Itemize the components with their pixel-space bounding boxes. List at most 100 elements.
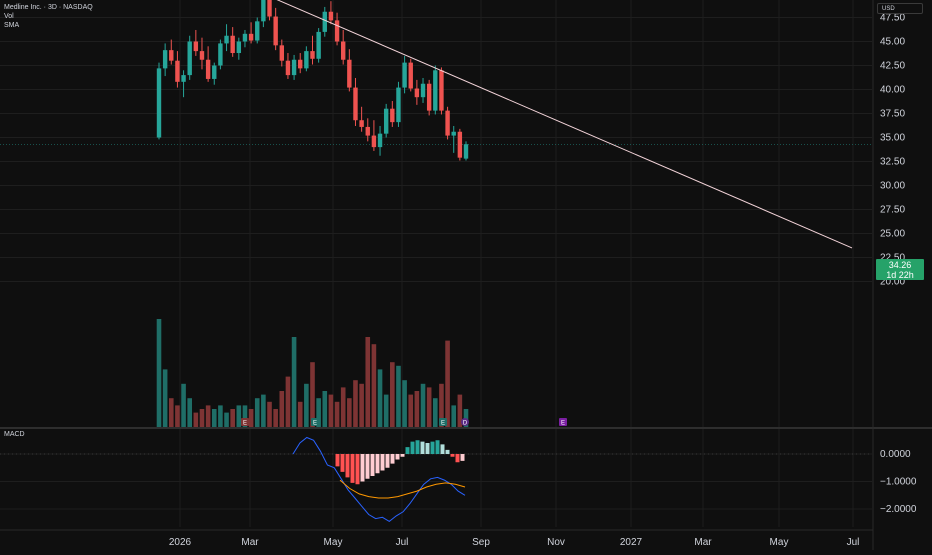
price-chart-canvas[interactable]: 20.0022.5025.0027.5030.0032.5035.0037.50…	[0, 0, 932, 550]
macd-histogram-bar	[440, 444, 445, 454]
volume-indicator-label[interactable]: Vol	[4, 12, 93, 21]
bar-countdown: 1d 22h	[886, 270, 914, 280]
candle-body	[353, 87, 358, 121]
candle-body	[236, 41, 242, 54]
last-price-value: 34.26	[888, 260, 912, 270]
candle-body	[457, 131, 463, 158]
volume-bar	[445, 340, 450, 427]
volume-bar	[334, 401, 340, 427]
volume-bar	[402, 380, 407, 427]
macd-histogram-bar	[355, 454, 360, 485]
volume-bar	[162, 369, 168, 427]
volume-bar	[420, 383, 426, 427]
volume-bar	[322, 391, 328, 427]
candle-body	[328, 11, 334, 21]
earnings-marker[interactable]: E	[241, 418, 249, 427]
price-axis-label: 37.50	[880, 109, 905, 120]
candle-body	[255, 21, 260, 41]
volume-bar	[304, 383, 309, 427]
candle-body	[365, 126, 370, 136]
volume-bar	[199, 409, 205, 427]
candle-body	[187, 41, 192, 76]
macd-histogram-bar	[365, 454, 370, 479]
chart-area[interactable]: 20.00 22.50 25.00 27.50 30.00 32.50 35.00 37.50…	[0, 0, 932, 550]
price-axis-label: 35.00	[880, 133, 905, 144]
candle-body	[316, 31, 321, 59]
candle-body	[433, 70, 438, 111]
macd-histogram-bar	[415, 440, 420, 454]
candle-body	[212, 65, 217, 79]
event-marker-label: E	[313, 421, 317, 427]
macd-histogram-bar	[460, 454, 465, 461]
earnings-marker[interactable]: E	[311, 418, 319, 427]
price-axis-label: 45.00	[880, 37, 905, 48]
sma-indicator-label[interactable]: SMA	[4, 21, 93, 30]
macd-histogram-bar	[335, 454, 340, 467]
candle-body	[230, 35, 235, 54]
volume-bar	[390, 362, 395, 427]
volume-bar	[285, 376, 291, 427]
macd-axis-label: −2.0000	[880, 504, 917, 515]
volume-bar	[383, 394, 389, 427]
volume-bar	[359, 383, 364, 427]
pane-divider	[0, 427, 932, 429]
candle-body	[193, 41, 199, 52]
earnings-marker[interactable]: E	[559, 418, 567, 427]
macd-histogram-bar	[370, 454, 375, 476]
macd-indicator-label[interactable]: MACD	[4, 431, 25, 438]
macd-histogram-bar	[380, 454, 385, 471]
candle-body	[451, 131, 456, 136]
price-axis-label: 30.00	[880, 181, 905, 192]
macd-histogram-bar	[400, 454, 405, 457]
macd-histogram-bar	[450, 454, 455, 457]
candle-body	[420, 83, 426, 98]
price-axis-label: 27.50	[880, 205, 905, 216]
volume-bar	[365, 337, 371, 427]
volume-bar	[426, 387, 432, 427]
volume-bar	[433, 398, 438, 427]
volume-bar	[451, 405, 457, 427]
candle-body	[322, 11, 327, 32]
macd-histogram-bar	[445, 449, 450, 454]
macd-histogram-bar	[340, 454, 345, 472]
candle-body	[156, 68, 162, 138]
price-axis-label: 32.50	[880, 157, 905, 168]
volume-bar	[175, 405, 180, 427]
candle-body	[426, 83, 432, 111]
macd-histogram-bar	[455, 454, 460, 463]
event-marker-label: E	[561, 421, 565, 427]
time-axis-label: Nov	[547, 537, 565, 548]
candle-body	[181, 75, 186, 82]
candle-body	[298, 59, 303, 69]
volume-bar	[340, 387, 346, 427]
candle-body	[169, 50, 174, 61]
volume-bar	[205, 405, 211, 427]
macd-histogram-bar	[385, 454, 390, 468]
candle-body	[279, 45, 284, 61]
candle-body	[414, 88, 420, 98]
candle-body	[377, 133, 383, 148]
volume-bar	[347, 398, 352, 427]
candle-body	[205, 59, 211, 79]
time-axis-label: Jul	[396, 537, 409, 548]
currency-selector[interactable]: USD	[877, 3, 923, 14]
volume-bar	[168, 398, 174, 427]
macd-histogram-bar	[390, 454, 395, 464]
candle-body	[371, 135, 377, 148]
macd-histogram-bar	[430, 441, 435, 454]
candle-body	[285, 60, 291, 76]
symbol-title[interactable]: Medline Inc. · 3D · NASDAQ	[4, 3, 93, 12]
earnings-marker[interactable]: E	[439, 418, 447, 427]
volume-bar	[353, 380, 358, 427]
time-axis-label: Jul	[847, 537, 860, 548]
candle-body	[439, 70, 444, 111]
volume-bar	[371, 344, 377, 427]
volume-bar	[261, 394, 266, 427]
candle-body	[402, 62, 407, 88]
volume-bar	[156, 319, 162, 427]
candle-body	[347, 59, 352, 88]
volume-bar	[193, 412, 199, 427]
price-axis-label: 42.50	[880, 61, 905, 72]
time-axis-label: 2027	[620, 537, 643, 548]
candle-body	[261, 0, 266, 22]
